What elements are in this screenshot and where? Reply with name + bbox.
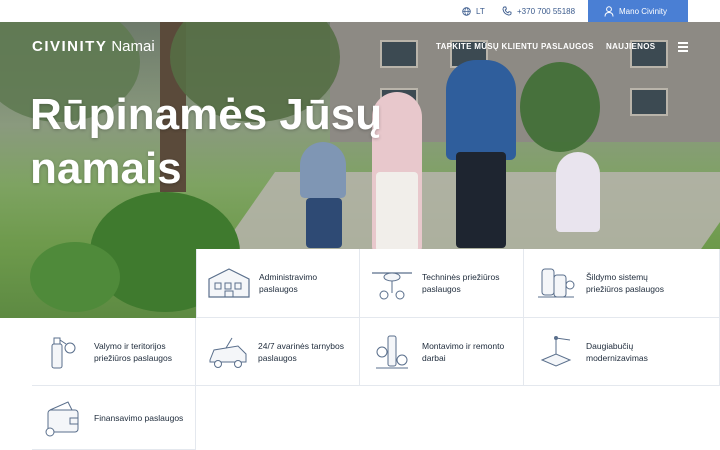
heating-pipes-icon <box>538 268 575 298</box>
service-label: Finansavimo paslaugos <box>94 412 184 423</box>
service-technical[interactable]: Techninės priežiūros paslaugos <box>360 249 524 318</box>
service-label: Administravimo paslaugos <box>259 272 318 294</box>
repair-valve-icon <box>376 335 408 368</box>
phone-icon <box>502 6 512 16</box>
drone-tools-icon <box>372 272 412 300</box>
cleaning-spray-icon <box>51 337 76 368</box>
service-heating[interactable]: Šildymo sistemų priežiūros paslaugos <box>524 249 720 318</box>
phone-number: +370 700 55188 <box>517 6 576 16</box>
wallet-icon <box>45 400 79 436</box>
nav-services[interactable]: PASLAUGOS <box>541 42 594 51</box>
building-icon <box>208 268 250 298</box>
nav-become-client[interactable]: TAPKITE MŪSŲ KLIENTU <box>436 42 538 51</box>
logo-brand: CIVINITY <box>32 38 108 55</box>
service-label: Techninės priežiūros paslaugos <box>422 272 500 294</box>
service-emergency[interactable]: 24/7 avarinės tarnybos paslaugos <box>196 318 360 386</box>
service-label: 24/7 avarinės tarnybos paslaugos <box>258 340 344 363</box>
top-bar: LT +370 700 55188 Mano Civinity <box>0 0 720 22</box>
language-switcher[interactable]: LT <box>462 0 485 22</box>
service-label: Daugiabučių modernizavimas <box>586 340 648 363</box>
account-label: Mano Civinity <box>619 6 668 16</box>
service-label: Valymo ir teritorijos priežiūros paslaug… <box>94 340 172 363</box>
menu-icon[interactable] <box>678 42 688 54</box>
logo-subtitle: Namai <box>111 38 155 55</box>
nav-news[interactable]: NAUJIENOS <box>606 42 655 51</box>
crane-icon <box>540 335 572 367</box>
emergency-car-icon <box>209 337 247 368</box>
service-financing[interactable]: Finansavimo paslaugos <box>32 386 196 450</box>
service-label: Montavimo ir remonto darbai <box>422 340 505 363</box>
service-label: Šildymo sistemų priežiūros paslaugos <box>586 272 664 294</box>
user-icon <box>604 5 614 17</box>
service-modernization[interactable]: Daugiabučių modernizavimas <box>524 318 720 386</box>
site-logo[interactable]: CIVINITY Namai <box>32 38 155 55</box>
phone-link[interactable]: +370 700 55188 <box>502 0 575 22</box>
language-label: LT <box>476 6 485 16</box>
globe-icon <box>462 6 471 16</box>
service-administration[interactable]: Administravimo paslaugos <box>196 249 360 318</box>
service-repair[interactable]: Montavimo ir remonto darbai <box>360 318 524 386</box>
service-cleaning[interactable]: Valymo ir teritorijos priežiūros paslaug… <box>32 318 196 386</box>
account-button[interactable]: Mano Civinity <box>588 0 688 22</box>
hero-headline: Rūpinamės Jūsų namais <box>30 90 383 193</box>
